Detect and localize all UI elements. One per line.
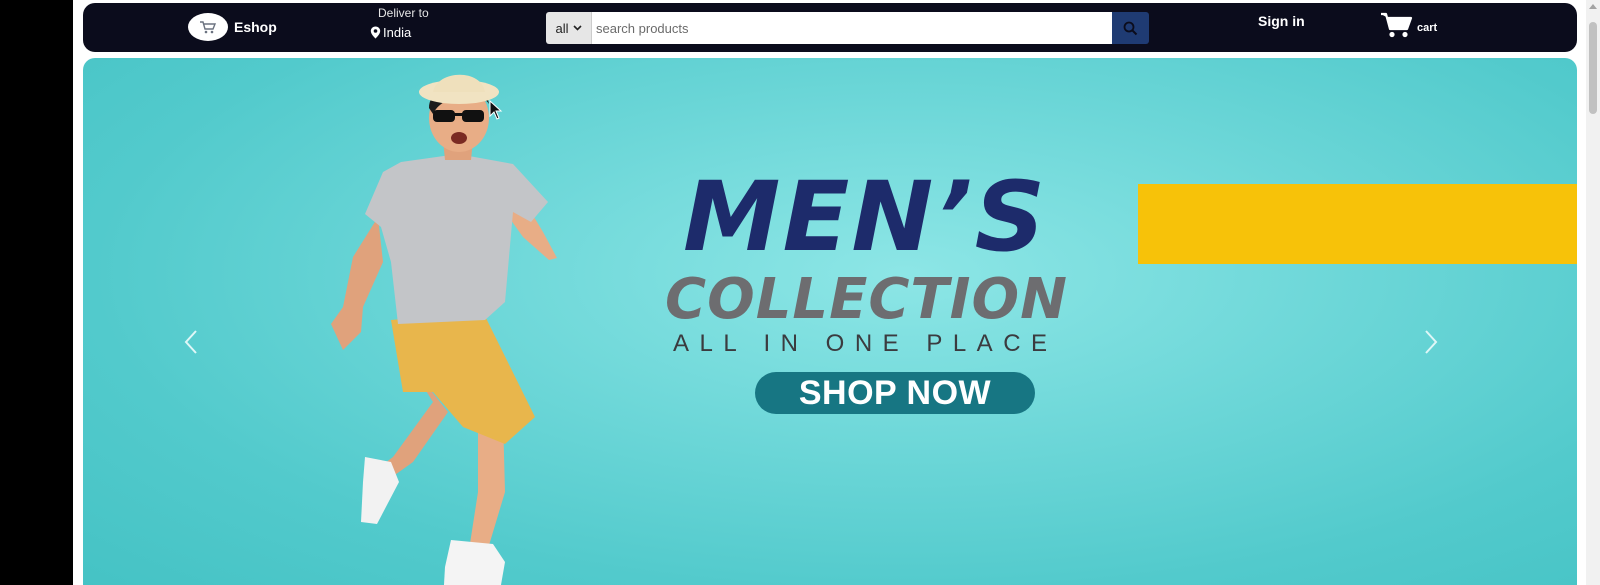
brand-name: Eshop	[234, 19, 277, 35]
logo[interactable]: Eshop	[188, 13, 277, 41]
deliver-to[interactable]: Deliver to India	[370, 6, 429, 40]
page: Eshop Deliver to India all search produc…	[73, 0, 1586, 585]
shop-now-button[interactable]: SHOP NOW	[755, 372, 1035, 414]
search-icon	[1123, 21, 1138, 35]
search-button[interactable]	[1112, 12, 1149, 44]
shopping-cart-icon	[1381, 12, 1413, 38]
accent-band	[1138, 184, 1577, 264]
navbar: Eshop Deliver to India all search produc…	[83, 3, 1577, 52]
category-select[interactable]: all	[546, 12, 592, 44]
carousel-prev-button[interactable]	[183, 329, 199, 360]
search-bar: all	[546, 12, 1149, 44]
chevron-left-icon	[184, 330, 197, 354]
scroll-up-icon[interactable]	[1589, 4, 1597, 9]
cart-button[interactable]: cart	[1380, 12, 1437, 38]
mouse-cursor-icon	[489, 100, 503, 120]
cart-label: cart	[1417, 22, 1438, 34]
deliver-label: Deliver to	[378, 6, 429, 20]
hero-title-mens: MEN’S	[683, 161, 1048, 273]
chevron-down-icon	[572, 25, 582, 31]
signin-link[interactable]: Sign in	[1258, 13, 1305, 29]
category-value: all	[555, 20, 569, 36]
search-input[interactable]	[592, 12, 1112, 44]
deliver-location: India	[383, 25, 412, 40]
hero-banner: MEN’S COLLECTION ALL IN ONE PLACE SHOP N…	[83, 58, 1577, 585]
hero-title-collection: COLLECTION	[665, 267, 1068, 332]
chevron-right-icon	[1425, 330, 1438, 354]
model-image	[331, 74, 557, 585]
carousel-next-button[interactable]	[1423, 329, 1439, 360]
page-scrollbar[interactable]	[1586, 0, 1600, 585]
cart-logo-icon	[188, 13, 228, 41]
location-pin-icon	[370, 26, 381, 39]
hero-subtitle: ALL IN ONE PLACE	[673, 330, 1058, 357]
scrollbar-thumb[interactable]	[1589, 22, 1597, 114]
